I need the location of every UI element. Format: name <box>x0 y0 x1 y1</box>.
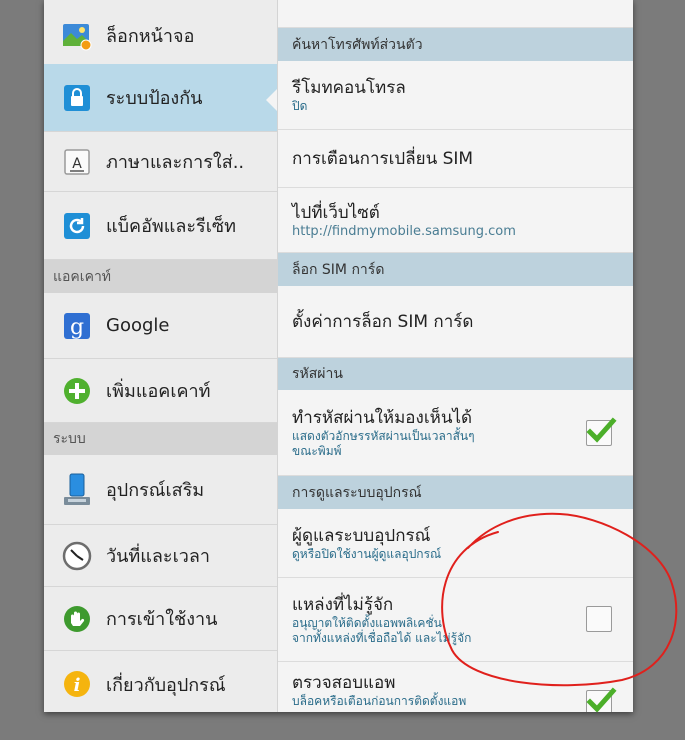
verify-apps-desc: บล็อคหรือเตือนก่อนการติดตั้งแอพ <box>292 694 467 708</box>
info-icon: i <box>62 669 92 699</box>
sidebar-item-accessibility[interactable]: การเข้าใช้งาน <box>44 587 277 651</box>
sidebar-item-accessory[interactable]: อุปกรณ์เสริม <box>44 455 277 525</box>
device-administrators-title: ผู้ดูแลระบบอุปกรณ์ <box>292 525 431 546</box>
sidebar-item-google[interactable]: g Google <box>44 293 277 359</box>
device-administrators-item[interactable]: ผู้ดูแลระบบอุปกรณ์ ดูหรือปิดใช้งานผู้ดูแ… <box>278 509 633 578</box>
go-to-website-title: ไปที่เว็บไซต์ <box>292 202 380 223</box>
svg-text:i: i <box>74 675 81 696</box>
sidebar-item-label: Google <box>106 315 170 336</box>
unknown-sources-desc-line1: อนุญาตให้ติดตั้งแอพพลิเคชั่น <box>292 615 442 630</box>
sidebar-header-accounts: แอคเคาท์ <box>44 260 277 293</box>
unknown-sources-title: แหล่งที่ไม่รู้จัก <box>292 594 394 615</box>
go-to-website-item[interactable]: ไปที่เว็บไซต์ http://findmymobile.samsun… <box>278 188 633 253</box>
security-lock-icon <box>62 83 92 113</box>
remote-controls-title: รีโมทคอนโทรล <box>292 77 406 98</box>
sidebar-item-label: ภาษาและการใส่.. <box>106 152 245 173</box>
backup-reset-icon <box>62 211 92 241</box>
make-password-visible-title: ทำรหัสผ่านให้มองเห็นได้ <box>292 407 473 428</box>
checkmark-icon <box>586 417 617 443</box>
sidebar-item-about-device[interactable]: i เกี่ยวกับอุปกรณ์ <box>44 651 277 712</box>
section-header-sim-lock: ล็อก SIM การ์ด <box>278 253 633 286</box>
accessibility-icon <box>62 604 92 634</box>
svg-text:g: g <box>70 315 84 340</box>
settings-sidebar: ล็อกหน้าจอ ระบบป้องกัน A ภาษาและการใส่..… <box>44 0 277 712</box>
sidebar-item-label: อุปกรณ์เสริม <box>106 480 205 501</box>
sidebar-item-security[interactable]: ระบบป้องกัน <box>44 64 277 132</box>
unknown-sources-checkbox[interactable] <box>586 606 612 632</box>
sidebar-item-date-time[interactable]: วันที่และเวลา <box>44 525 277 587</box>
make-password-visible-item[interactable]: ทำรหัสผ่านให้มองเห็นได้ แสดงตัวอักษรรหัส… <box>278 390 633 476</box>
settings-screen: ล็อกหน้าจอ ระบบป้องกัน A ภาษาและการใส่..… <box>44 0 633 712</box>
unknown-sources-item[interactable]: แหล่งที่ไม่รู้จัก อนุญาตให้ติดตั้งแอพพลิ… <box>278 578 633 662</box>
sidebar-item-label: เพิ่มแอคเคาท์ <box>106 381 211 402</box>
clock-icon <box>62 541 92 571</box>
verify-apps-item[interactable]: ตรวจสอบแอพ บล็อคหรือเตือนก่อนการติดตั้งแ… <box>278 662 633 712</box>
add-account-icon <box>62 376 92 406</box>
security-settings-panel: ค้นหาโทรศัพท์ส่วนตัว รีโมทคอนโทรล ปิด กา… <box>277 0 633 712</box>
make-password-visible-checkbox[interactable] <box>586 417 617 446</box>
sidebar-item-label: การเข้าใช้งาน <box>106 609 218 630</box>
sim-change-alert-title: การเตือนการเปลี่ยน SIM <box>292 148 474 169</box>
language-keyboard-icon: A <box>62 147 92 177</box>
remote-controls-item[interactable]: รีโมทคอนโทรล ปิด <box>278 61 633 130</box>
active-item-pointer <box>266 88 277 112</box>
sidebar-item-add-account[interactable]: เพิ่มแอคเคาท์ <box>44 359 277 423</box>
device-administrators-desc: ดูหรือปิดใช้งานผู้ดูแลอุปกรณ์ <box>292 546 442 561</box>
google-icon: g <box>62 311 92 341</box>
checkmark-icon <box>586 687 617 712</box>
sim-lock-setup-item[interactable]: ตั้งค่าการล็อก SIM การ์ด <box>278 286 633 358</box>
sidebar-item-backup-reset[interactable]: แบ็คอัพและรีเซ็ท <box>44 192 277 260</box>
svg-text:A: A <box>72 156 82 172</box>
make-password-visible-desc-line1: แสดงตัวอักษรรหัสผ่านเป็นเวลาสั้นๆ <box>292 428 475 443</box>
section-header-find-my-mobile: ค้นหาโทรศัพท์ส่วนตัว <box>278 28 633 61</box>
go-to-website-url: http://findmymobile.samsung.com <box>292 223 516 239</box>
make-password-visible-desc-line2: ขณะพิมพ์ <box>292 443 342 458</box>
sidebar-item-label: ระบบป้องกัน <box>106 88 203 109</box>
sim-lock-setup-title: ตั้งค่าการล็อก SIM การ์ด <box>292 311 474 332</box>
sidebar-item-language[interactable]: A ภาษาและการใส่.. <box>44 132 277 192</box>
sidebar-item-label: เกี่ยวกับอุปกรณ์ <box>106 674 226 696</box>
verify-apps-title: ตรวจสอบแอพ <box>292 673 396 693</box>
verify-apps-checkbox[interactable] <box>586 687 617 712</box>
sim-change-alert-item[interactable]: การเตือนการเปลี่ยน SIM <box>278 130 633 188</box>
remote-controls-status: ปิด <box>292 98 308 113</box>
list-item-top-partial <box>278 0 633 28</box>
sidebar-item-label: วันที่และเวลา <box>106 546 210 567</box>
section-header-device-administration: การดูแลระบบอุปกรณ์ <box>278 476 633 509</box>
accessory-icon <box>62 473 92 505</box>
unknown-sources-desc-line2: จากทั้งแหล่งที่เชื่อถือได้ และไม่รู้จัก <box>292 630 472 645</box>
lock-screen-icon <box>62 21 92 51</box>
sidebar-item-label: แบ็คอัพและรีเซ็ท <box>106 216 236 237</box>
sidebar-header-system: ระบบ <box>44 423 277 455</box>
section-header-passwords: รหัสผ่าน <box>278 358 633 390</box>
sidebar-item-label: ล็อกหน้าจอ <box>106 26 195 47</box>
